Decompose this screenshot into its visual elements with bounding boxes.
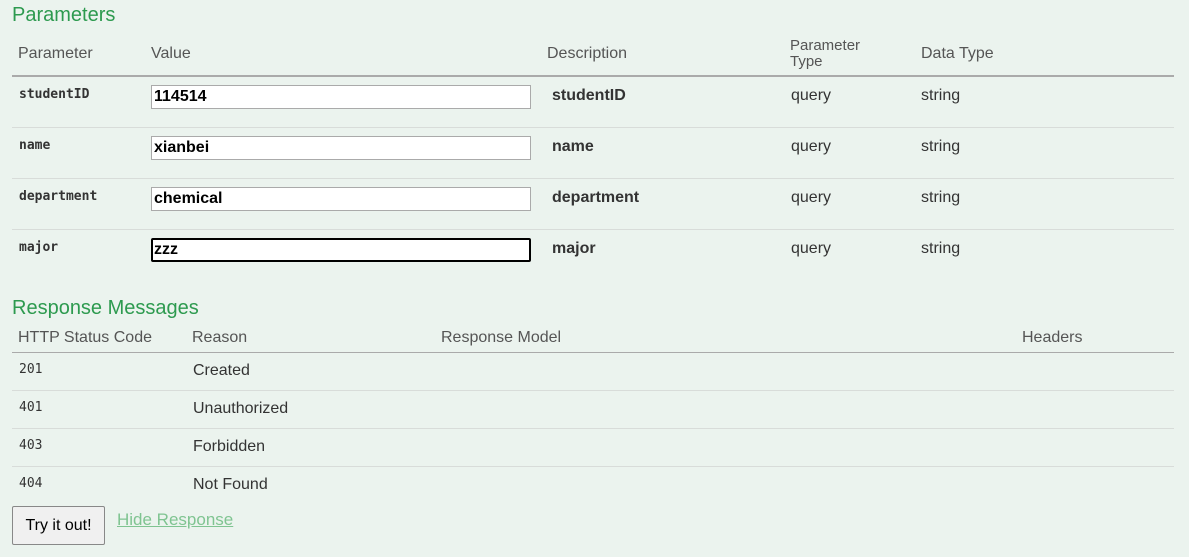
response-row: 201 Created [12,352,1174,391]
param-description: studentID [541,76,784,128]
param-data-type: string [915,76,1174,128]
param-data-type: string [921,239,961,257]
header-data-type: Data Type [915,33,1174,77]
status-reason: Unauthorized [186,390,435,429]
response-model-cell [435,467,1016,505]
major-input[interactable] [151,237,531,262]
param-name: department [12,178,145,230]
param-description: major [552,239,596,257]
response-row: 401 Unauthorized [12,390,1174,429]
try-it-out-button[interactable]: Try it out! [12,506,105,545]
status-reason: Forbidden [186,428,435,467]
status-reason: Not Found [193,476,268,493]
status-code: 401 [12,390,186,429]
param-data-type: string [915,127,1174,179]
headers-cell [1016,467,1174,505]
param-value-cell [145,178,541,230]
response-header-row: HTTP Status Code Reason Response Model H… [12,324,1174,353]
response-messages-title: Response Messages [12,297,199,319]
parameter-row-name: name name query string [12,127,1174,179]
header-parameter-type: Parameter Type [784,33,915,77]
status-reason: Created [186,352,435,391]
headers-cell [1016,428,1174,467]
response-model-cell [435,390,1016,429]
header-parameter-type-line2: Type [790,53,823,70]
parameter-row-studentid: studentID studentID query string [12,76,1174,128]
parameters-table: Parameter Value Description Parameter Typ… [12,33,1174,280]
name-input[interactable] [151,135,531,160]
header-parameter-type-line1: Parameter [790,37,861,54]
parameters-header-row: Parameter Value Description Parameter Typ… [12,33,1174,77]
parameter-row-major: major major query string [12,229,1174,280]
param-value-cell [145,229,541,280]
param-description: department [541,178,784,230]
param-name: studentID [12,76,145,128]
header-value: Value [145,33,541,77]
param-description: name [541,127,784,179]
param-name: major [19,239,59,255]
parameter-row-department: department department query string [12,178,1174,230]
response-row: 403 Forbidden [12,428,1174,467]
response-row: 404 Not Found [12,467,1174,505]
header-parameter: Parameter [12,33,145,77]
header-description: Description [541,33,784,77]
response-model-cell [435,352,1016,391]
param-type: query [791,239,832,257]
header-headers: Headers [1016,324,1174,353]
header-status-code: HTTP Status Code [12,324,186,353]
headers-cell [1016,352,1174,391]
param-name: name [12,127,145,179]
param-type: query [784,127,915,179]
department-input[interactable] [151,186,531,211]
response-messages-table: HTTP Status Code Reason Response Model H… [12,324,1174,505]
header-reason: Reason [186,324,435,353]
status-code: 404 [19,476,43,491]
hide-response-link[interactable]: Hide Response [117,510,233,530]
param-value-cell [145,76,541,128]
param-data-type: string [915,178,1174,230]
status-code: 403 [12,428,186,467]
parameters-title: Parameters [12,4,116,26]
param-type: query [784,178,915,230]
headers-cell [1016,390,1174,429]
param-value-cell [145,127,541,179]
header-response-model: Response Model [435,324,1016,353]
studentid-input[interactable] [151,85,531,109]
response-model-cell [435,428,1016,467]
param-type: query [784,76,915,128]
status-code: 201 [12,352,186,391]
